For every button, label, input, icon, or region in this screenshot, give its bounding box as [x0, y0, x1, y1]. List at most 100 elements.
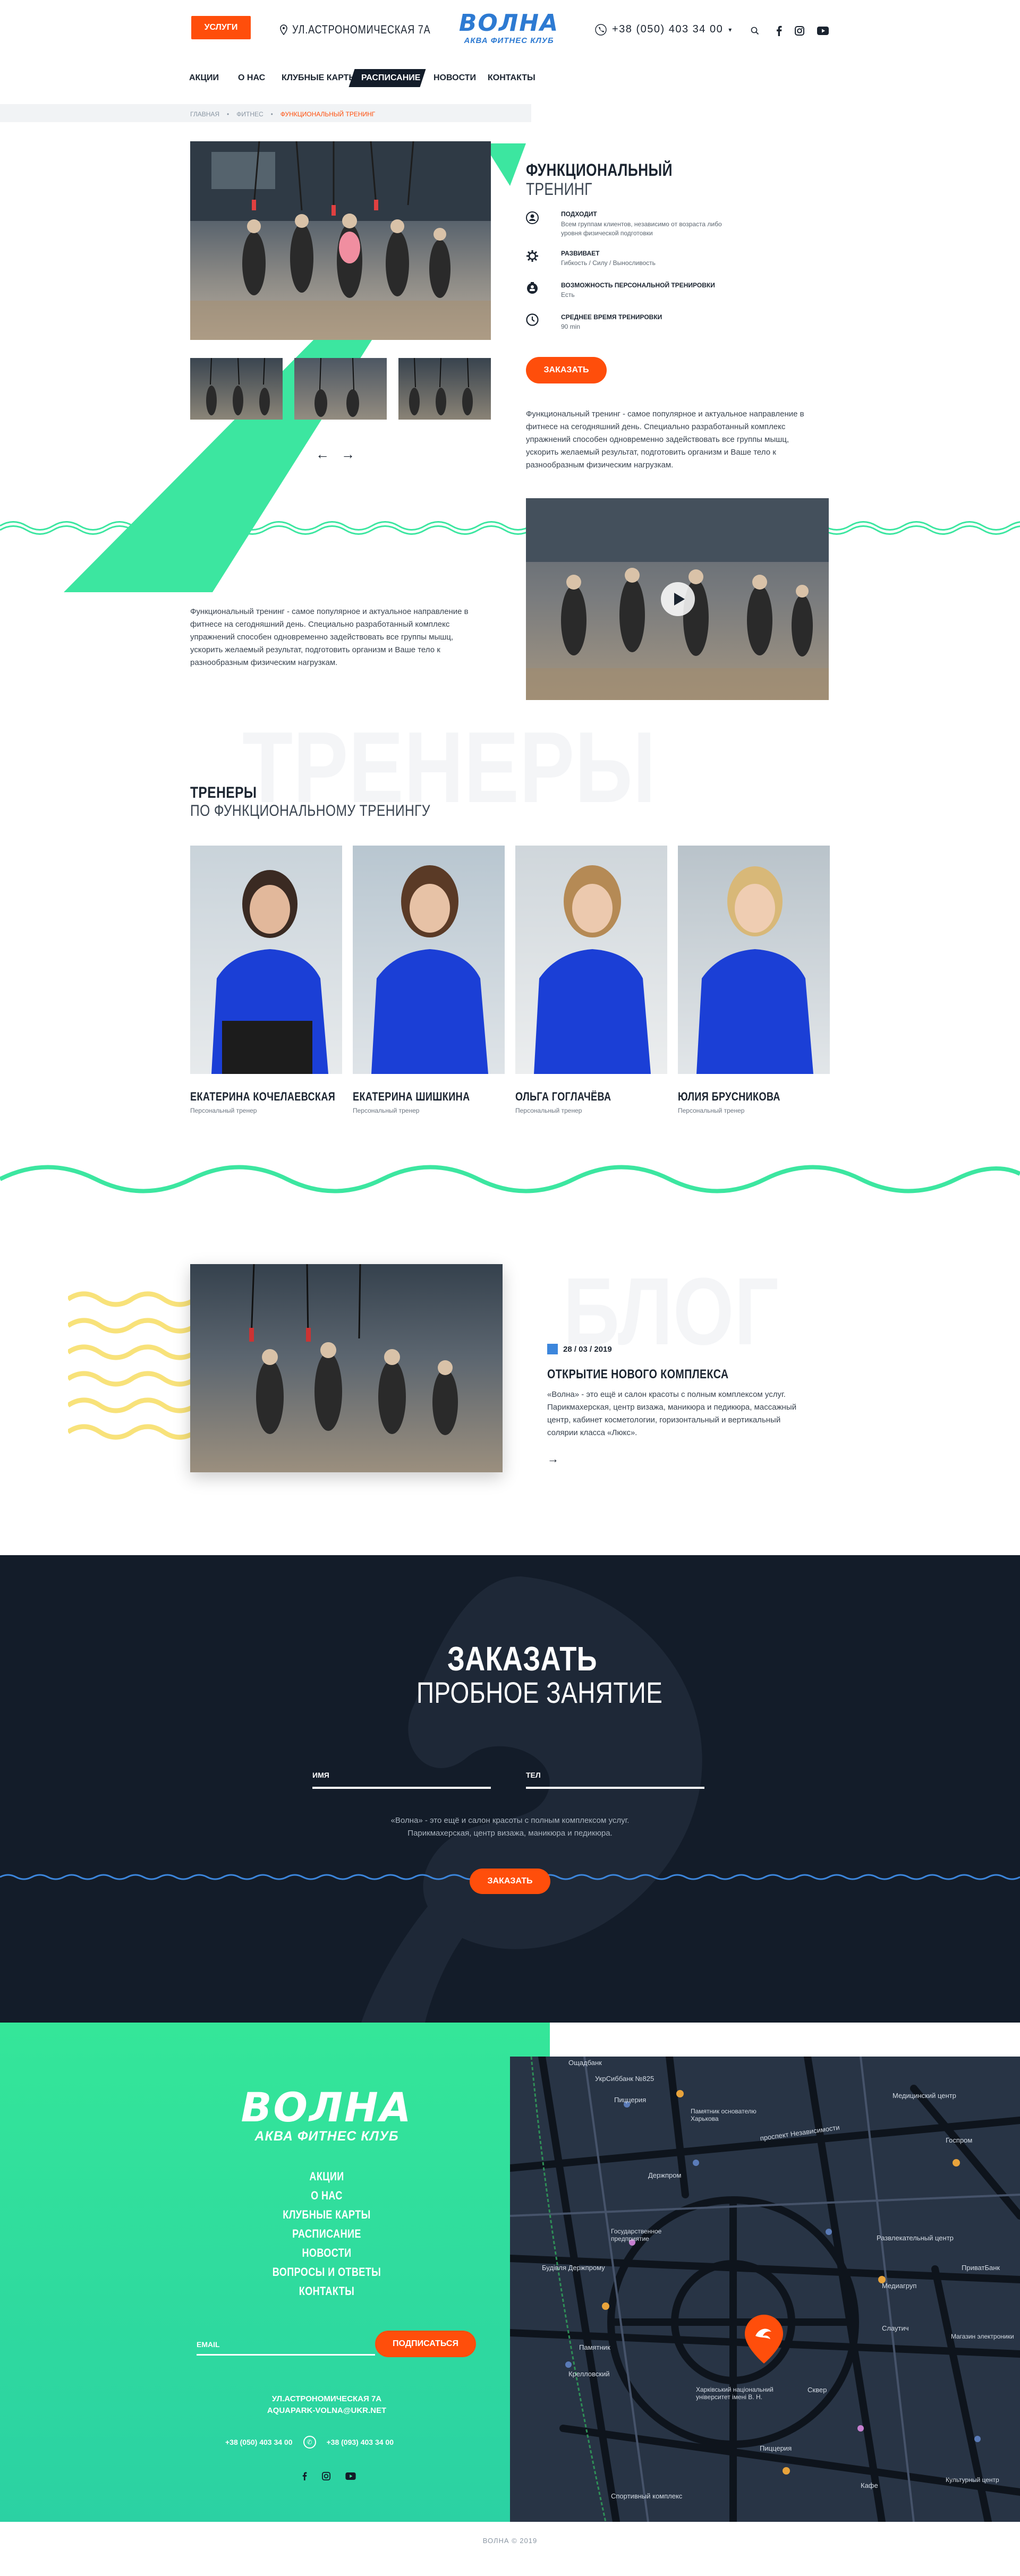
name-field-label: ИМЯ [312, 1771, 329, 1779]
map-label: Пиццерия [760, 2444, 792, 2452]
footer-logo-main: ВОЛНА [241, 2084, 413, 2131]
facebook-icon[interactable] [776, 25, 782, 36]
logo-main: ВОЛНА [458, 10, 559, 37]
footer-phone-2[interactable]: +38 (093) 403 34 00 [327, 2438, 394, 2446]
blog-read-more-arrow[interactable]: → [547, 1452, 559, 1466]
watermark-logo-icon [361, 1576, 702, 2023]
feature-duration-title: СРЕДНЕЕ ВРЕМЯ ТРЕНИРОВКИ [561, 313, 662, 321]
location-pin-icon [280, 24, 287, 35]
services-label: УСЛУГИ [204, 23, 238, 32]
search-icon[interactable] [751, 27, 759, 35]
trainer-name: ЕКАТЕРИНА ШИШКИНА [353, 1090, 470, 1103]
yellow-wave-decor [68, 1291, 196, 1440]
footer-address: УЛ.АСТРОНОМИЧЕСКАЯ 7А [271, 2394, 382, 2403]
facebook-icon[interactable] [302, 2472, 307, 2480]
nav-item-about[interactable]: О НАС [238, 73, 265, 83]
blog-post-text: «Волна» - это ещё и салон красоты с полн… [547, 1390, 797, 1437]
footer-menu-item[interactable]: РАСПИСАНИЕ [259, 2224, 394, 2244]
order-button[interactable]: ЗАКАЗАТЬ [526, 357, 607, 383]
program-video[interactable] [526, 498, 829, 700]
site-header: УСЛУГИ УЛ.АСТРОНОМИЧЕСКАЯ 7А ВОЛНА АКВА … [0, 0, 1020, 106]
map-label: Кафе [861, 2481, 878, 2489]
footer-menu-item[interactable]: КЛУБНЫЕ КАРТЫ [259, 2205, 394, 2224]
breadcrumb-fitness[interactable]: ФИТНЕС [236, 110, 263, 118]
name-field[interactable]: ИМЯ [312, 1757, 491, 1789]
youtube-icon[interactable] [345, 2472, 356, 2480]
feature-suitable-text: Всем группам клиентов, независимо от воз… [561, 220, 722, 237]
trainer-photo [353, 846, 505, 1074]
blog-post-title[interactable]: ОТКРЫТИЕ НОВОГО КОМПЛЕКСА [547, 1367, 728, 1382]
nav-item-promotions[interactable]: АКЦИИ [189, 73, 219, 83]
trainer-name: ЕКАТЕРИНА КОЧЕЛАЕВСКАЯ [190, 1090, 336, 1103]
gallery-prev-arrow[interactable]: ← [316, 446, 329, 463]
footer-phone-1[interactable]: +38 (050) 403 34 00 [225, 2438, 293, 2446]
map-label: Слаутич [882, 2324, 909, 2332]
breadcrumb-home[interactable]: ГЛАВНАЯ [190, 110, 219, 118]
trainer-role: Персональный тренер [353, 1107, 420, 1114]
footer-email-field[interactable]: EMAIL [197, 2334, 375, 2356]
map-marker-icon[interactable] [744, 2314, 784, 2365]
location-map[interactable]: Ощадбанк УкрСиббанк №825 Пиццерия Памятн… [510, 2057, 1020, 2522]
footer-menu-item[interactable]: О НАС [259, 2186, 394, 2205]
footer-logo-sub: АКВА ФИТНЕС КЛУБ [254, 2129, 399, 2144]
map-label: Памятник [579, 2343, 610, 2351]
chevron-down-icon[interactable]: ▾ [728, 26, 732, 33]
program-description-2: Функциональный тренинг - самое популярно… [190, 607, 469, 667]
subscribe-button[interactable]: ПОДПИСАТЬСЯ [375, 2331, 476, 2357]
trainer-role: Персональный тренер [515, 1107, 582, 1114]
footer-menu-item[interactable]: АКЦИИ [259, 2167, 394, 2186]
gallery-main-photo[interactable] [190, 141, 491, 340]
main-nav: АКЦИИ О НАС КЛУБНЫЕ КАРТЫ РАСПИСАНИЕ НОВ… [189, 69, 540, 87]
trial-title: ЗАКАЗАТЬ [447, 1640, 597, 1678]
address-block[interactable]: УЛ.АСТРОНОМИЧЕСКАЯ 7А [279, 23, 461, 36]
trial-text: «Волна» - это ещё и салон красоты с полн… [390, 1816, 630, 1838]
viber-icon[interactable]: ✆ [303, 2436, 316, 2449]
gallery-thumb-2[interactable] [294, 358, 387, 420]
footer-menu-item[interactable]: НОВОСТИ [259, 2244, 394, 2263]
trial-submit-button[interactable]: ЗАКАЗАТЬ [470, 1869, 550, 1894]
map-label: Медицинский центр [892, 2092, 956, 2100]
trainer-name: ЮЛИЯ БРУСНИКОВА [678, 1090, 780, 1103]
trainers-grid: ЕКАТЕРИНА КОЧЕЛАЕВСКАЯ Персональный трен… [190, 846, 830, 1122]
instagram-icon[interactable] [322, 2472, 330, 2480]
nav-item-contacts[interactable]: КОНТАКТЫ [488, 73, 536, 83]
blog-date: 28 / 03 / 2019 [563, 1344, 612, 1354]
footer-menu-item[interactable]: КОНТАКТЫ [259, 2282, 394, 2301]
program-subtitle: ТРЕНИНГ [526, 180, 592, 199]
map-label: Памятник основателю Харькова [691, 2108, 756, 2122]
map-label: Развлекательный центр [877, 2234, 954, 2242]
trial-section: ЗАКАЗАТЬ ПРОБНОЕ ЗАНЯТИЕ ИМЯ ТЕЛ «Волна»… [0, 1555, 1020, 2023]
youtube-icon[interactable] [817, 27, 829, 35]
phone-field[interactable]: ТЕЛ [526, 1757, 704, 1789]
map-label: Ощадбанк [568, 2059, 602, 2067]
phone-field-label: ТЕЛ [526, 1771, 541, 1779]
gallery-thumb-1[interactable] [190, 358, 283, 420]
order-button-label: ЗАКАЗАТЬ [543, 365, 589, 374]
calendar-icon [547, 1344, 558, 1354]
map-label: УкрСиббанк №825 [595, 2075, 654, 2083]
nav-item-news[interactable]: НОВОСТИ [434, 73, 476, 83]
map-label: ПриватБанк [962, 2264, 1000, 2272]
blog-photo[interactable] [190, 1264, 503, 1472]
footer-menu-item[interactable]: ВОПРОСЫ И ОТВЕТЫ [259, 2263, 394, 2282]
footer-logo[interactable]: ВОЛНА АКВА ФИТНЕС КЛУБ [239, 2086, 414, 2144]
header-address: УЛ.АСТРОНОМИЧЕСКАЯ 7А [292, 23, 431, 36]
play-icon[interactable] [661, 582, 695, 616]
footer-email[interactable]: AQUAPARK-VOLNA@UKR.NET [220, 2406, 433, 2415]
nav-item-club-cards[interactable]: КЛУБНЫЕ КАРТЫ [282, 73, 357, 83]
trial-submit-label: ЗАКАЗАТЬ [487, 1876, 533, 1886]
trial-subtitle: ПРОБНОЕ ЗАНЯТИЕ [416, 1676, 663, 1709]
nav-item-schedule-label: РАСПИСАНИЕ [361, 73, 421, 82]
services-button[interactable]: УСЛУГИ [191, 16, 251, 39]
map-label: Культурный центр [946, 2476, 999, 2484]
gallery-next-arrow[interactable]: → [341, 446, 355, 463]
instagram-icon[interactable] [795, 26, 804, 36]
trainers-title: ТРЕНЕРЫ [190, 784, 257, 801]
logo[interactable]: ВОЛНА АКВА ФИТНЕС КЛУБ [457, 11, 561, 49]
breadcrumb: ГЛАВНАЯ • ФИТНЕС • ФУНКЦИОНАЛЬНЫЙ ТРЕНИНГ [190, 110, 376, 118]
phone-block[interactable]: +38 (050) 403 34 00 ▾ [595, 23, 732, 36]
map-label: Будівля Держпрому [542, 2264, 605, 2272]
map-label: Сквер [808, 2386, 827, 2394]
gallery-thumb-3[interactable] [398, 358, 491, 420]
feature-personal-title: ВОЗМОЖНОСТЬ ПЕРСОНАЛЬНОЙ ТРЕНИРОВКИ [561, 282, 715, 289]
